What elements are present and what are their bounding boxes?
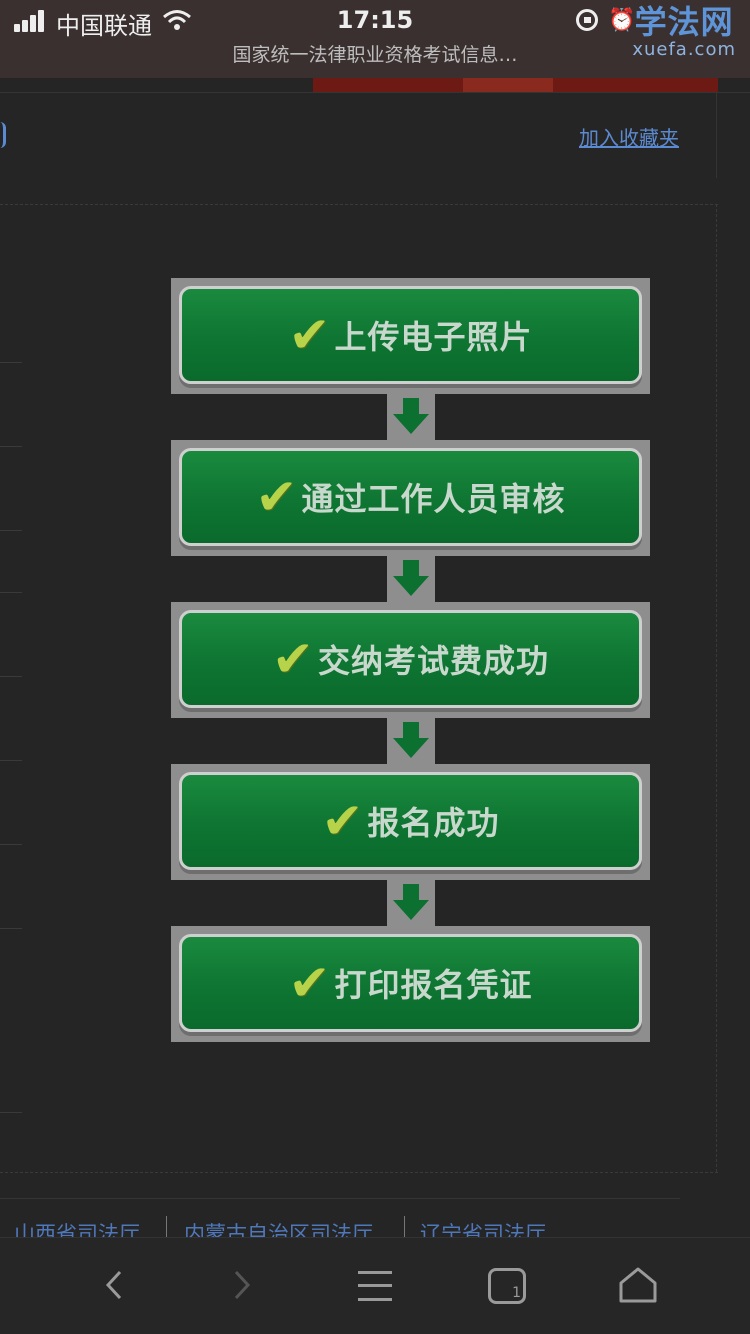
side-divider: [0, 928, 22, 929]
content-border-right: [716, 204, 717, 1172]
side-divider: [0, 1112, 22, 1113]
side-divider: [0, 362, 22, 363]
home-icon[interactable]: [618, 1266, 658, 1304]
flow-step-label: 交纳考试费成功: [317, 642, 549, 680]
flow-step-label: 上传电子照片: [334, 318, 533, 356]
side-divider: [0, 446, 22, 447]
flow-step-label: 报名成功: [367, 804, 500, 842]
status-bar: 中国联通 17:15 ⏰ 国家统一法律职业资格考试信息… 学法网 xuefa.c…: [0, 0, 750, 78]
flow-step-box: ✔ 交纳考试费成功: [179, 610, 642, 708]
flow-arrow: [171, 718, 650, 764]
flow-step-box: ✔ 打印报名凭证: [179, 934, 642, 1032]
side-divider: [0, 844, 22, 845]
flow-arrow: [171, 394, 650, 440]
divider: [0, 92, 750, 93]
arrow-down-icon: [393, 738, 429, 758]
bookmark-link[interactable]: 加入收藏夹: [579, 122, 679, 151]
flow-step-label: 打印报名凭证: [334, 966, 533, 1004]
watermark-logo: 学法网 xuefa.com: [632, 4, 736, 60]
logo-text-en: xuefa.com: [632, 39, 736, 60]
forward-icon[interactable]: [232, 1270, 252, 1300]
check-icon: ✔: [272, 630, 314, 688]
tabs-icon[interactable]: 1: [488, 1268, 526, 1304]
flow-step-box: ✔ 上传电子照片: [179, 286, 642, 384]
logo-text-cn: 学法网: [634, 3, 734, 41]
flow-step: ✔ 通过工作人员审核: [171, 440, 650, 556]
check-icon: ✔: [288, 306, 331, 364]
alarm-icon: ⏰: [608, 8, 636, 33]
flow-step-box: ✔ 通过工作人员审核: [179, 448, 642, 546]
check-icon: ✔: [255, 468, 298, 526]
flow-arrow: [171, 880, 650, 926]
check-icon: ✔: [321, 792, 364, 850]
back-icon[interactable]: [104, 1270, 124, 1300]
orientation-lock-icon: [576, 9, 598, 31]
menu-icon[interactable]: [358, 1271, 392, 1301]
flow-step: ✔ 打印报名凭证: [171, 926, 650, 1042]
flow-step: ✔ 上传电子照片: [171, 278, 650, 394]
nav-link-fragment[interactable]: [0, 122, 6, 148]
arrow-down-icon: [393, 414, 429, 434]
check-icon: ✔: [288, 954, 331, 1012]
content-border-bottom: [0, 1172, 718, 1173]
side-divider: [0, 760, 22, 761]
flow-step: ✔ 报名成功: [171, 764, 650, 880]
side-divider: [0, 592, 22, 593]
side-divider: [0, 530, 22, 531]
divider: [0, 1198, 680, 1199]
arrow-down-icon: [393, 900, 429, 920]
flow-arrow: [171, 556, 650, 602]
flow-step-label: 通过工作人员审核: [301, 480, 566, 518]
flow-step: ✔ 交纳考试费成功: [171, 602, 650, 718]
arrow-down-icon: [393, 576, 429, 596]
top-banner-image: [313, 78, 718, 92]
registration-flow-diagram: ✔ 上传电子照片 ✔ 通过工作人员审核 ✔ 交纳考试费成功 ✔ 报名成功 ✔ 打…: [171, 278, 650, 1042]
side-divider: [0, 676, 22, 677]
flow-step-box: ✔ 报名成功: [179, 772, 642, 870]
content-border-top: [0, 204, 718, 205]
divider: [716, 92, 717, 178]
